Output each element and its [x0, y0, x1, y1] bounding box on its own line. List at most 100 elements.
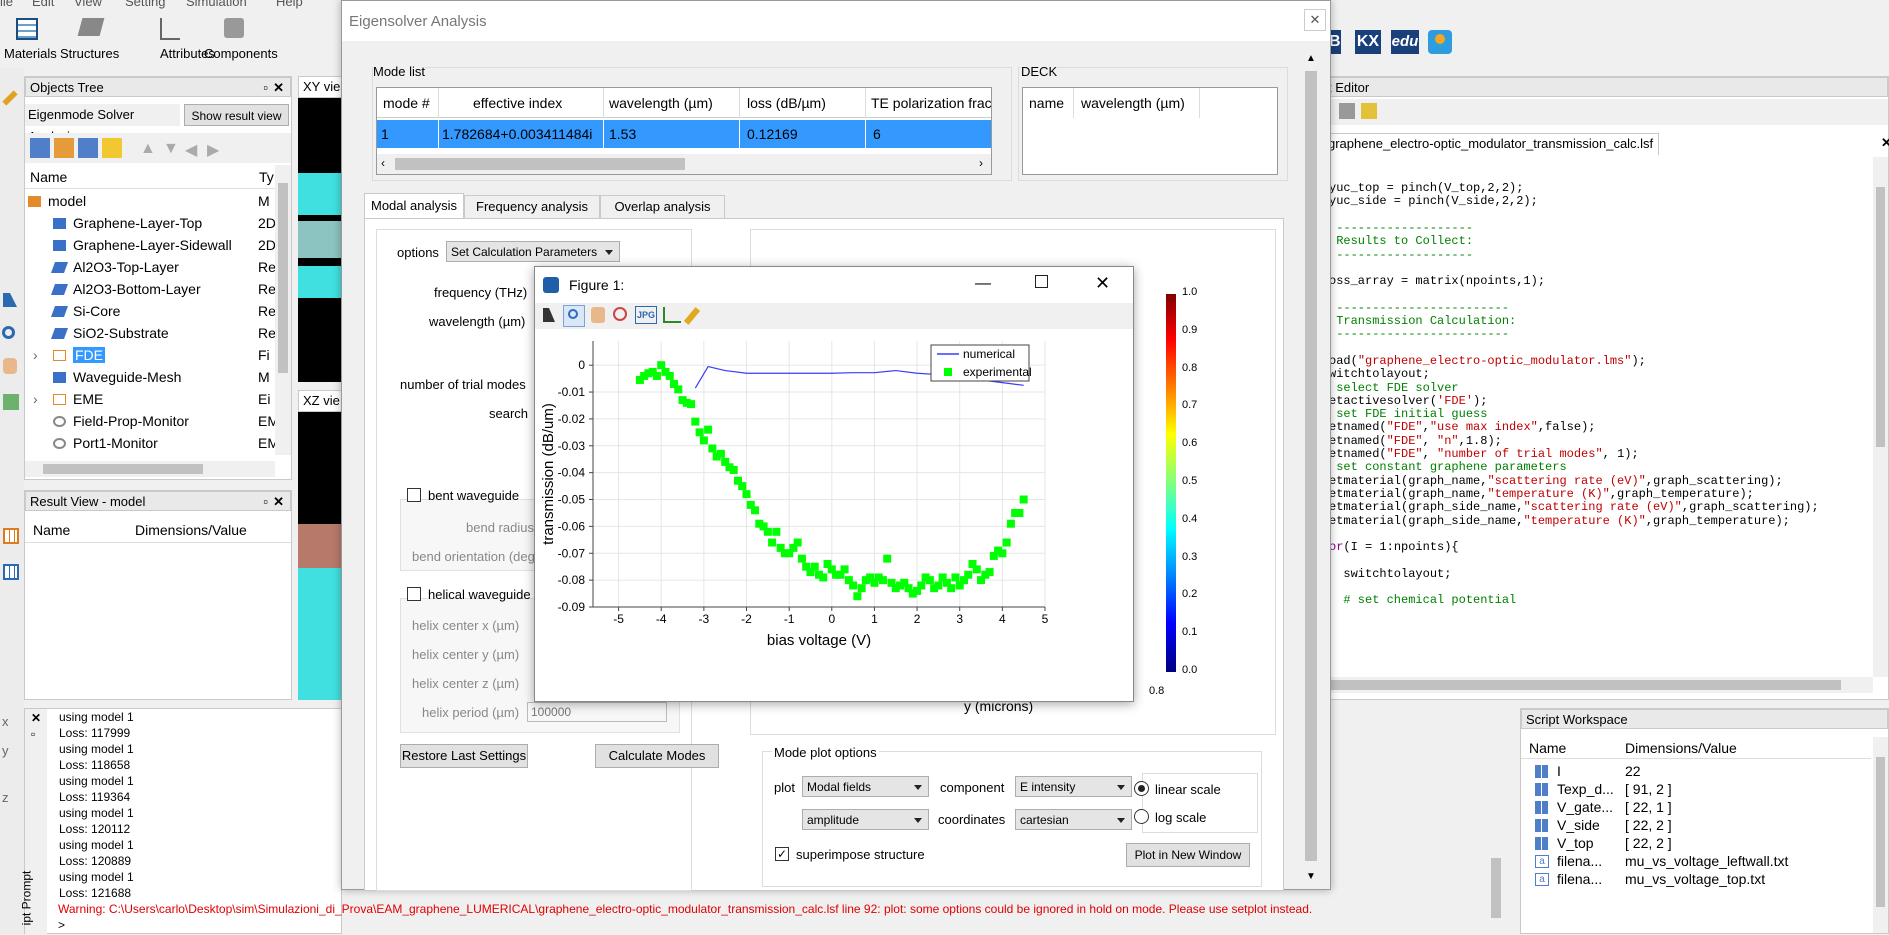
save-icon[interactable]: [1339, 103, 1355, 119]
plot-dropdown[interactable]: Modal fields: [802, 776, 929, 797]
superimpose-structure-checkbox[interactable]: ✓: [775, 847, 789, 861]
structures-button[interactable]: Structures: [60, 16, 140, 66]
expand-arrow-icon[interactable]: ›: [33, 347, 53, 363]
workspace-row[interactable]: a filena... mu_vs_voltage_top.txt: [1529, 871, 1869, 889]
maximize-icon[interactable]: [1035, 275, 1048, 288]
workspace-row[interactable]: Texp_d... [ 91, 2 ]: [1529, 781, 1869, 799]
xz-view[interactable]: XZ vie: [298, 390, 343, 700]
tree-item[interactable]: model M: [28, 192, 270, 210]
close-icon[interactable]: ✕: [273, 492, 284, 512]
tree-item[interactable]: Field-Prop-Monitor EM: [53, 412, 279, 430]
amplitude-dropdown[interactable]: amplitude: [802, 809, 929, 830]
tree-item[interactable]: Graphene-Layer-Top 2D: [53, 214, 276, 232]
product-kx-icon[interactable]: KX: [1355, 30, 1381, 54]
mode-row-selected[interactable]: 1 1.782684+0.003411484i 1.53 0.12169 6: [377, 120, 991, 148]
workspace-row[interactable]: V_side [ 22, 2 ]: [1529, 817, 1869, 835]
export-jpg-icon[interactable]: JPG: [635, 306, 657, 324]
data-cursor-icon[interactable]: [663, 307, 681, 323]
move-down-icon[interactable]: ▼: [163, 140, 179, 158]
show-result-view-button[interactable]: Show result view: [184, 104, 289, 126]
close-window-button[interactable]: ✕: [1304, 9, 1326, 31]
product-edu-icon[interactable]: edu: [1391, 30, 1419, 54]
prompt-vscroll[interactable]: [1488, 708, 1504, 934]
tree-item[interactable]: Al2O3-Top-Layer Re: [50, 258, 276, 276]
move-left-icon[interactable]: ◀: [185, 140, 197, 160]
tree-item[interactable]: Graphene-Layer-Sidewall 2D: [53, 236, 276, 254]
editor-vscroll[interactable]: [1873, 157, 1888, 677]
mode-table[interactable]: mode # effective index wavelength (µm) l…: [376, 87, 992, 175]
tab-overlap-analysis[interactable]: Overlap analysis: [600, 195, 725, 219]
zoom-icon[interactable]: [2, 326, 15, 339]
menu-setting[interactable]: Setting: [125, 0, 165, 9]
toolbar-icon-3[interactable]: [78, 138, 98, 158]
solver-tab[interactable]: Eigenmode Solver Analysis: [25, 104, 180, 144]
float-icon[interactable]: ▫: [263, 78, 268, 98]
bent-waveguide-checkbox[interactable]: [407, 488, 421, 502]
menu-file[interactable]: ile: [0, 0, 13, 9]
tree-item-selected[interactable]: › FDE Fi: [33, 346, 270, 364]
restore-last-settings-button[interactable]: Restore Last Settings: [400, 744, 528, 768]
toolbar-icon-4[interactable]: [102, 138, 122, 158]
edit-pencil-icon[interactable]: [2, 90, 18, 106]
tree-item[interactable]: › EME Ei: [33, 390, 270, 408]
prompt-cursor[interactable]: >: [58, 918, 65, 932]
float-icon[interactable]: ▫: [263, 492, 268, 512]
close-icon[interactable]: ✕: [31, 711, 41, 725]
pan-tool-icon[interactable]: [591, 307, 605, 323]
expand-arrow-icon[interactable]: ›: [33, 391, 53, 407]
options-dropdown[interactable]: Set Calculation Parameters: [446, 241, 620, 262]
menu-help[interactable]: Help: [276, 0, 303, 9]
cursor-tool-icon[interactable]: [539, 306, 559, 326]
helix-period-input[interactable]: 100000: [527, 702, 667, 722]
tree-item[interactable]: Al2O3-Bottom-Layer Re: [50, 280, 276, 298]
workspace-vscroll[interactable]: [1873, 737, 1888, 933]
mode-table-hscroll[interactable]: ‹ ›: [377, 154, 991, 174]
toolbar-icon-1[interactable]: [30, 138, 50, 158]
menu-edit[interactable]: Edit: [32, 0, 54, 9]
zoom-box-icon[interactable]: [613, 307, 627, 321]
close-tab-icon[interactable]: ✕: [1881, 135, 1889, 151]
workspace-row[interactable]: a filena... mu_vs_voltage_leftwall.txt: [1529, 853, 1869, 871]
grid-icon[interactable]: [3, 528, 19, 544]
tree-item[interactable]: SiO2-Substrate Re: [50, 324, 276, 342]
pencil-tool-icon[interactable]: [683, 307, 701, 325]
log-scale-radio[interactable]: [1134, 809, 1149, 824]
float-icon[interactable]: ▫: [31, 727, 35, 741]
run-script-icon[interactable]: [1361, 103, 1377, 119]
tree-item[interactable]: Si-Core Re: [50, 302, 276, 320]
workspace-row[interactable]: V_top [ 22, 2 ]: [1529, 835, 1869, 853]
tree-vscroll[interactable]: [275, 165, 291, 455]
materials-button[interactable]: Materials: [2, 16, 57, 66]
tree-item[interactable]: Port1-Monitor EM: [53, 434, 279, 452]
workspace-row[interactable]: V_gate... [ 22, 1 ]: [1529, 799, 1869, 817]
transmission-chart[interactable]: 0 -0.01 -0.02 -0.03 -0.04 -0.05 -0.06 -0.07 -0.0…: [535, 329, 1133, 701]
helical-waveguide-checkbox[interactable]: [407, 587, 421, 601]
move-right-icon[interactable]: ▶: [207, 140, 219, 160]
calculate-modes-button[interactable]: Calculate Modes: [595, 744, 719, 768]
editor-hscroll[interactable]: [1323, 677, 1873, 693]
move-up-icon[interactable]: ▲: [140, 140, 156, 158]
minimize-icon[interactable]: —: [975, 275, 991, 293]
tree-hscroll[interactable]: [25, 461, 275, 477]
map-pin-icon[interactable]: [1428, 30, 1452, 54]
plot-in-new-window-button[interactable]: Plot in New Window: [1126, 843, 1250, 867]
dialog-vscroll[interactable]: ▲ ▼: [1302, 53, 1320, 887]
deck-table[interactable]: name wavelength (µm): [1022, 87, 1278, 175]
grid-icon-2[interactable]: [3, 564, 19, 580]
components-button[interactable]: Components: [200, 16, 280, 66]
zoom-tool-icon[interactable]: [563, 305, 585, 327]
close-icon[interactable]: ✕: [273, 78, 284, 98]
toolbar-icon-2[interactable]: [54, 138, 74, 158]
pan-hand-icon[interactable]: [3, 358, 17, 374]
file-tab[interactable]: graphene_electro-optic_modulator_transmi…: [1323, 133, 1659, 155]
coordinates-dropdown[interactable]: cartesian: [1015, 809, 1132, 830]
menu-view[interactable]: View: [74, 0, 102, 9]
workspace-row[interactable]: I 22: [1529, 763, 1869, 781]
tab-modal-analysis[interactable]: Modal analysis: [364, 193, 464, 219]
close-icon[interactable]: ✕: [1095, 273, 1110, 294]
xy-view[interactable]: XY vie: [298, 76, 343, 382]
ruler-icon[interactable]: [3, 394, 19, 410]
linear-scale-radio[interactable]: [1134, 781, 1149, 796]
component-dropdown[interactable]: E intensity: [1015, 776, 1132, 797]
menu-simulation[interactable]: Simulation: [186, 0, 247, 9]
